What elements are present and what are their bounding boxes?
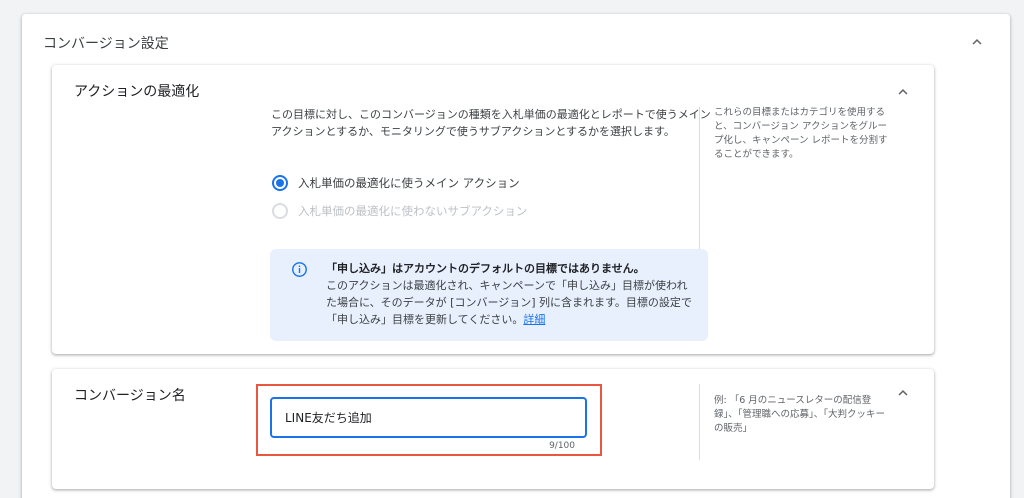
action-optimization-title: アクションの最適化 [74,84,200,100]
conversion-name-help: 例: 「6 月のニュースレターの配信登録」、「管理職への応募」、「大判クッキーの… [714,395,886,434]
radio-primary-action[interactable]: 入札単価の最適化に使うメイン アクション [272,173,520,193]
learn-more-link[interactable]: 詳細 [523,313,545,326]
collapse-action-card-chevron-up-icon[interactable] [893,82,913,102]
info-icon [292,262,307,277]
help-divider [699,384,700,460]
radio-secondary-action: 入札単価の最適化に使わないサブアクション [272,201,527,221]
character-counter: 9/100 [549,441,575,451]
radio-primary-label: 入札単価の最適化に使うメイン アクション [298,176,520,190]
collapse-section-chevron-up-icon[interactable] [967,32,987,52]
radio-secondary-label: 入札単価の最適化に使わないサブアクション [298,204,528,218]
collapse-name-card-chevron-up-icon[interactable] [893,383,913,403]
info-title: 「申し込み」はアカウントのデフォルトの目標ではありません。 [326,262,645,275]
info-callout: 「申し込み」はアカウントのデフォルトの目標ではありません。 このアクションは最適… [270,249,708,341]
conversion-name-title: コンバージョン名 [74,388,186,404]
action-optimization-help: これらの目標またはカテゴリを使用すると、コンバージョン アクションをグループ化し… [714,107,888,160]
conversion-name-input[interactable] [270,397,587,438]
radio-checked-icon[interactable] [272,175,288,191]
radio-unchecked-icon [272,203,288,219]
info-body: このアクションは最適化され、キャンペーンで「申し込み」目標が使われた場合に、その… [326,277,696,328]
section-title: コンバージョン設定 [43,36,169,52]
action-optimization-description: この目標に対し、このコンバージョンの種類を入札単価の最適化とレポートで使うメイン… [271,108,711,138]
info-body-text: このアクションは最適化され、キャンペーンで「申し込み」目標が使われた場合に、その… [326,279,692,326]
